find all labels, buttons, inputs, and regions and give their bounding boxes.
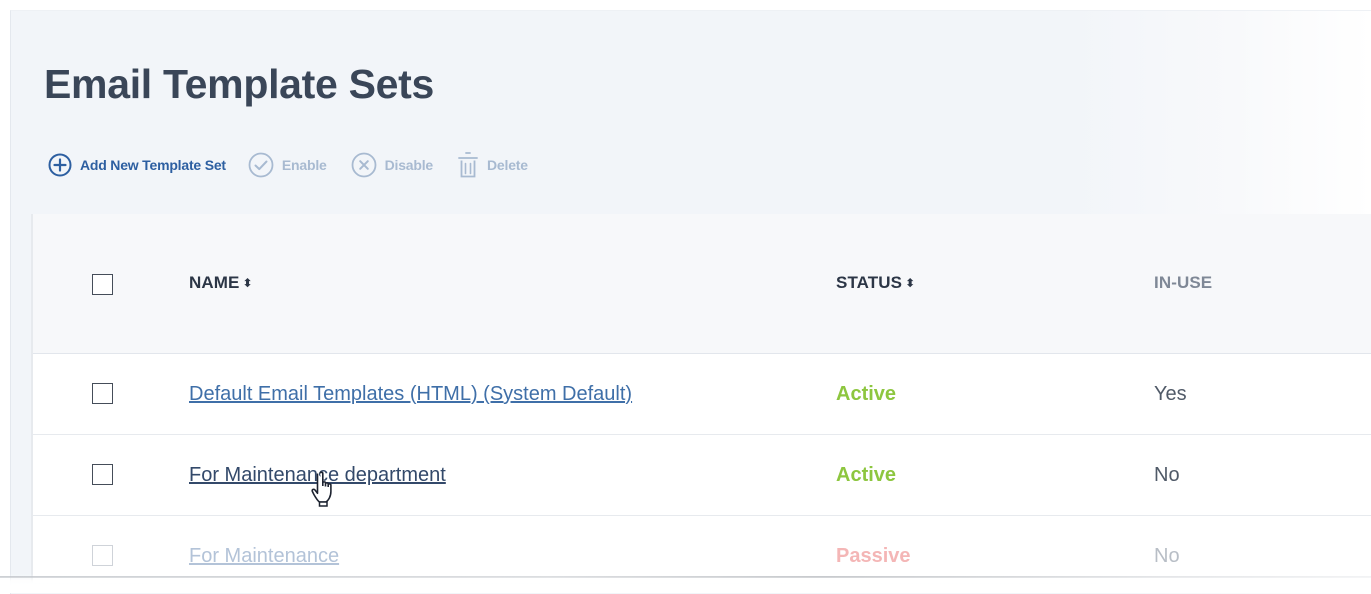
add-new-template-set-button[interactable]: Add New Template Set (48, 153, 226, 177)
column-header-status-label: STATUS (836, 273, 903, 292)
column-header-name-label: NAME (189, 273, 240, 292)
row-checkbox[interactable] (92, 383, 113, 404)
column-header-in-use-label: IN-USE (1154, 273, 1213, 292)
disable-button[interactable]: Disable (351, 152, 433, 178)
x-circle-icon (351, 152, 377, 178)
page-title: Email Template Sets (44, 61, 435, 107)
add-new-template-set-label: Add New Template Set (80, 157, 226, 173)
in-use-text: No (1154, 545, 1180, 567)
plus-circle-icon (48, 153, 72, 177)
sort-icon[interactable]: ⬍ (905, 276, 915, 290)
toolbar: Add New Template Set Enable Disable Dele… (48, 150, 552, 180)
in-use-text: No (1154, 464, 1180, 486)
table-row: Default Email Templates (HTML) (System D… (33, 354, 1371, 435)
template-sets-table: NAME ⬍ STATUS ⬍ IN-USE Default Email Templ… (31, 214, 1371, 583)
table-row: For Maintenance department Active No (33, 435, 1371, 516)
select-all-checkbox[interactable] (92, 274, 113, 295)
row-checkbox[interactable] (92, 464, 113, 485)
column-header-name[interactable]: NAME ⬍ (189, 273, 253, 293)
table-row: For Maintenance Passive No (33, 516, 1371, 583)
trash-icon (458, 152, 478, 178)
enable-button[interactable]: Enable (248, 152, 327, 178)
disable-label: Disable (384, 157, 434, 173)
table-header: NAME ⬍ STATUS ⬍ IN-USE (33, 214, 1371, 354)
hand-pointer-icon (311, 471, 332, 507)
column-header-status[interactable]: STATUS ⬍ (836, 273, 915, 293)
delete-button[interactable]: Delete (457, 150, 528, 180)
template-set-name-link[interactable]: For Maintenance (189, 545, 339, 568)
row-checkbox[interactable] (92, 545, 113, 566)
column-header-in-use: IN-USE (1154, 273, 1212, 293)
bottom-fade (0, 574, 1371, 593)
delete-label: Delete (487, 157, 528, 173)
check-circle-icon (248, 152, 274, 178)
in-use-text: Yes (1154, 383, 1187, 405)
status-text: Passive (836, 545, 911, 567)
sort-icon[interactable]: ⬍ (242, 276, 252, 290)
status-text: Active (836, 464, 897, 486)
template-set-name-link[interactable]: Default Email Templates (HTML) (System D… (189, 383, 632, 406)
status-text: Active (836, 383, 897, 405)
enable-label: Enable (281, 157, 327, 173)
